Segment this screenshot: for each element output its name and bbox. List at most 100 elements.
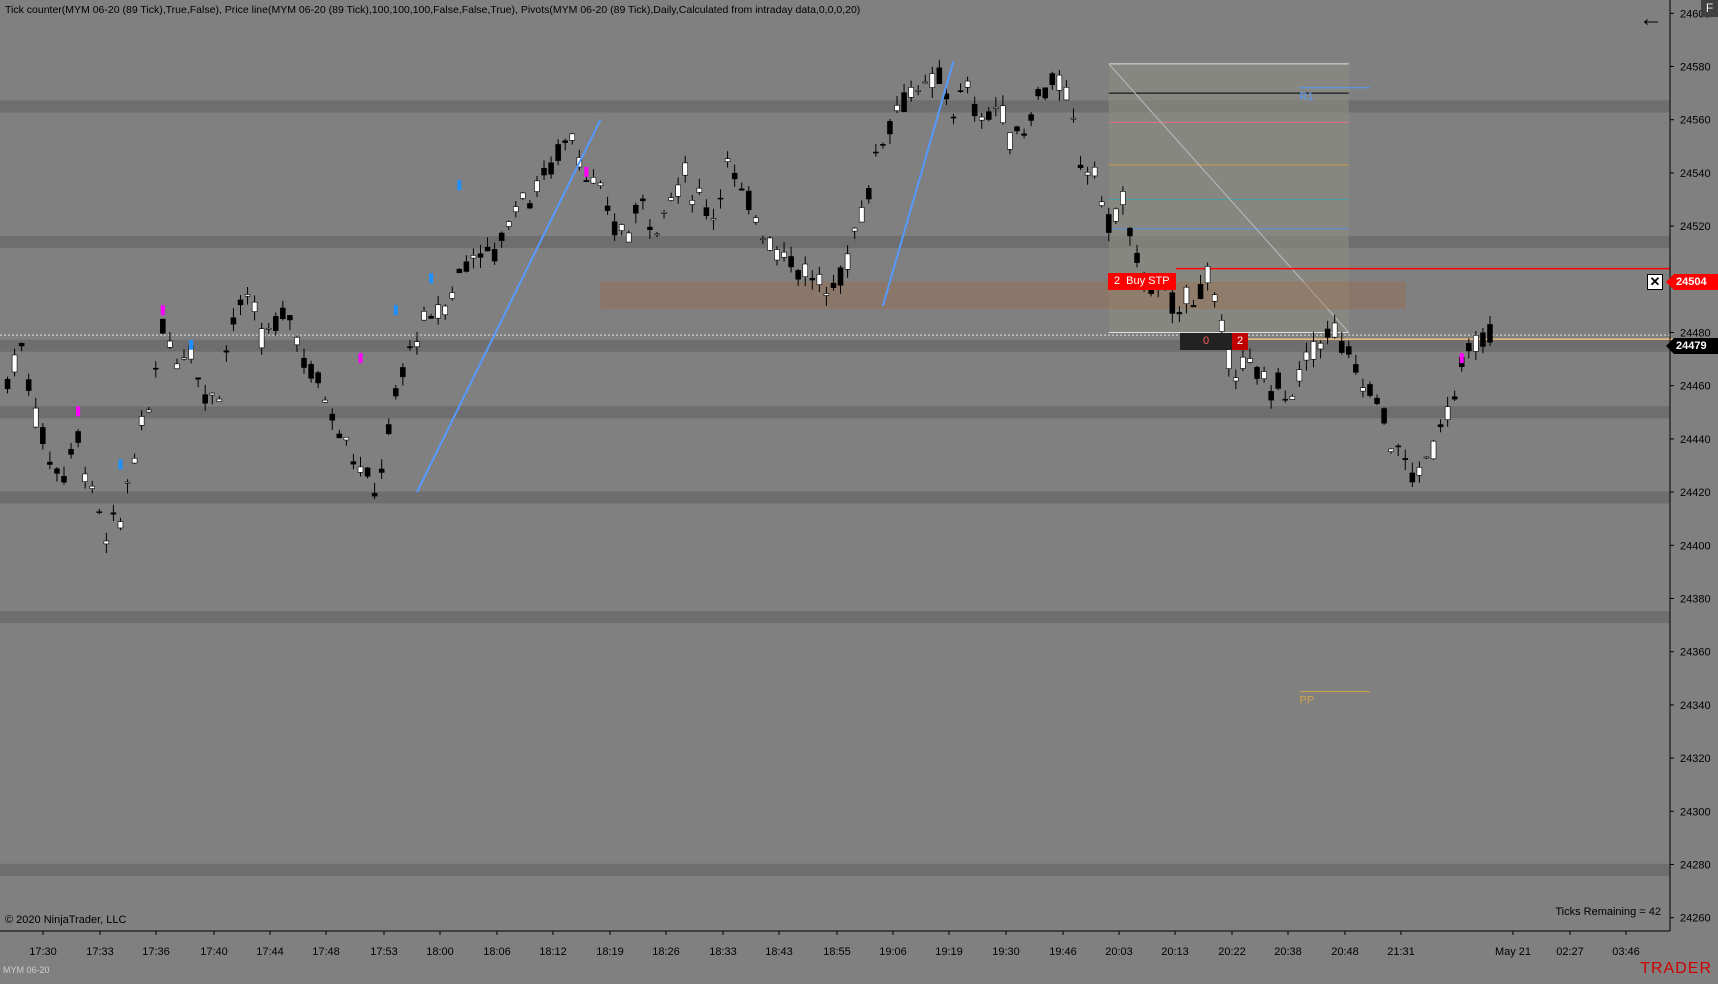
price-tick-label: 24260 [1680,913,1711,925]
price-band [0,236,1670,249]
price-band [0,491,1670,504]
candle-body [477,253,484,258]
candle-body [1106,214,1112,233]
candle-body [1402,458,1409,461]
candle-body [32,407,39,428]
candle-body [1204,266,1211,284]
candle-body [484,246,491,252]
candle-body [1437,424,1444,428]
candle-body [407,346,413,348]
candle-body [986,111,992,120]
candle-body [590,177,597,184]
candle-body [1233,377,1239,382]
candle-body [548,162,554,175]
candle-body [435,304,441,319]
candle-body [54,468,60,474]
price-tick-label: 24380 [1680,594,1711,606]
time-tick-label: 20:13 [1161,946,1189,958]
indicator-label: Tick counter(MYM 06-20 (89 Tick),True,Fa… [5,4,861,16]
candle-body [1070,117,1077,120]
candle-body [901,92,907,112]
price-chart[interactable]: R1PP246002458024560245402452024500244802… [0,0,1718,979]
candle-body [138,416,145,426]
candle-body [1275,372,1281,389]
candle-body [1331,322,1338,338]
candle-body [1423,456,1430,459]
price-tick-label: 24400 [1680,540,1711,552]
time-tick-label: 18:06 [483,946,511,958]
candle-body [1444,406,1451,420]
candle-body [1007,132,1013,150]
candle-body [315,372,321,384]
candle-body [1338,341,1345,353]
price-band [0,339,1670,352]
candle-body [774,249,780,261]
candle-body [442,305,448,316]
candle-body [823,293,830,296]
time-tick-label: 19:06 [879,946,907,958]
candle-body [1190,305,1197,308]
candle-body [414,341,420,348]
time-tick-label: 17:48 [312,946,340,958]
back-arrow-icon[interactable]: ← [1638,6,1664,32]
candle-body [1063,87,1070,101]
zone-rectangle [600,281,1406,310]
candle-body [1091,166,1098,177]
position-quantity: 2 [1232,333,1248,350]
price-band [0,863,1670,876]
candle-body [1098,201,1105,206]
chart-area[interactable]: R1PP246002458024560245402452024500244802… [0,0,1718,979]
candle-body [505,221,512,227]
candle-body [301,357,307,368]
price-band [0,406,1670,419]
candle-body [513,206,519,213]
candle-body [936,67,943,84]
ticks-remaining: Ticks Remaining = 42 [1555,906,1661,918]
candle-body [1395,445,1401,448]
candle-body [25,379,32,391]
candle-body [428,316,434,319]
candle-body [809,277,816,281]
position-display[interactable]: 02 [1180,333,1248,350]
candle-body [1077,164,1084,169]
candle-body [583,180,590,182]
candle-body [922,81,929,84]
candle-body [294,336,300,346]
time-tick-label: 19:19 [935,946,963,958]
candle-body [1480,332,1486,347]
candle-body [527,203,533,209]
candle-body [555,144,561,161]
candle-body [103,540,110,545]
close-x-icon[interactable]: ✕ [1647,274,1663,290]
price-tick-label: 24560 [1680,115,1711,127]
time-tick-label: 02:27 [1556,946,1584,958]
candle-body [117,521,124,529]
candle-body [816,274,823,285]
candle-body [61,476,67,483]
candle-body [731,172,738,180]
signal-marker [76,406,81,417]
candle-body [788,256,794,268]
candle-body [1056,74,1063,91]
candle-body [675,184,681,197]
position-pnl: 0 [1180,333,1232,350]
candle-body [562,140,568,143]
candle-body [1028,114,1034,121]
candle-body [1000,105,1006,124]
candle-body [1374,397,1380,405]
buy-stop-order-label[interactable]: 2 Buy STP [1108,273,1176,290]
candle-body [68,449,74,455]
candle-body [541,168,547,176]
candle-body [223,350,230,353]
corner-button[interactable]: F [1701,0,1718,17]
candle-body [520,192,526,199]
order-quantity: 2 [1114,275,1121,287]
candle-body [1134,252,1140,263]
candle-body [216,398,223,402]
candle-body [258,328,265,349]
candle-body [682,162,688,176]
candle-body [844,253,851,270]
candle-body [1268,391,1274,401]
candle-body [1035,89,1041,97]
candle-body [993,106,999,109]
